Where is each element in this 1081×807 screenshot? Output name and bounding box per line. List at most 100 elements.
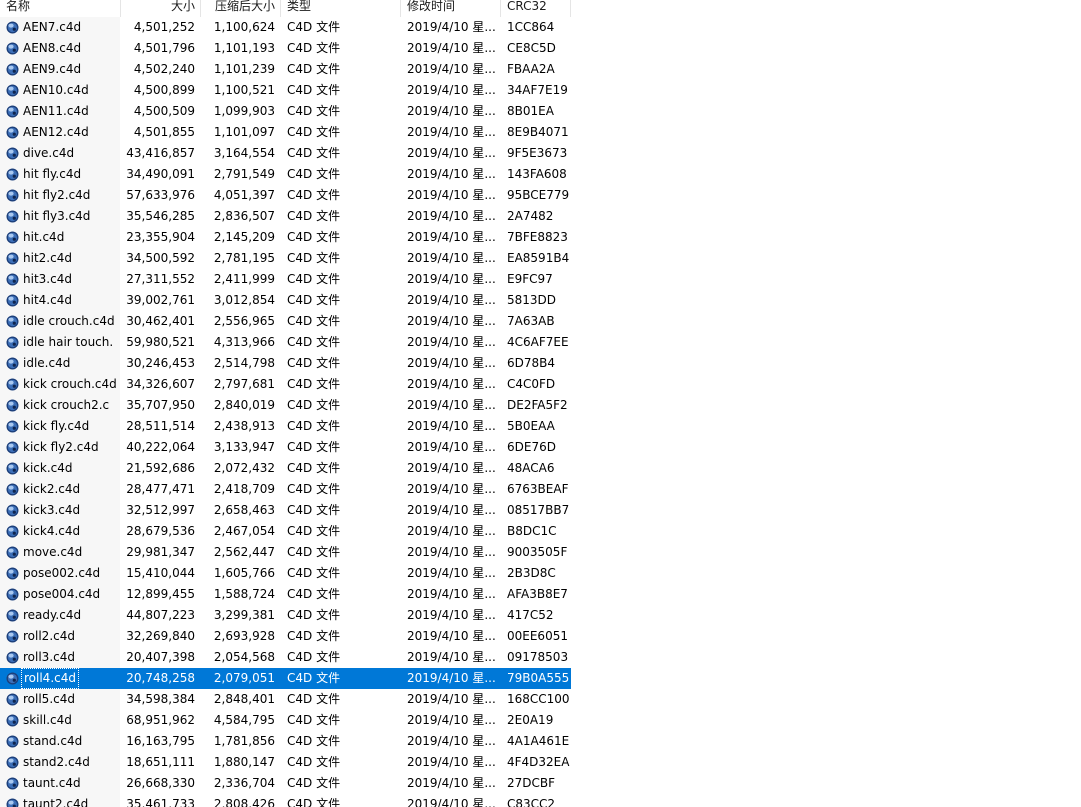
file-type: C4D 文件 [287,524,341,538]
file-compressed-size: 3,299,381 [213,608,275,622]
file-row[interactable]: hit3.c4d 27,311,552 2,411,999 C4D 文件 201… [0,269,571,290]
file-size: 35,546,285 [126,209,195,223]
file-crc: 08517BB7 [507,503,570,517]
file-modified: 2019/4/10 星... [407,419,496,433]
file-row[interactable]: kick.c4d 21,592,686 2,072,432 C4D 文件 201… [0,458,571,479]
file-row[interactable]: AEN10.c4d 4,500,899 1,100,521 C4D 文件 201… [0,80,571,101]
file-row[interactable]: kick crouch2.c 35,707,950 2,840,019 C4D … [0,395,571,416]
file-row[interactable]: idle hair touch. 59,980,521 4,313,966 C4… [0,332,571,353]
file-row[interactable]: dive.c4d 43,416,857 3,164,554 C4D 文件 201… [0,143,571,164]
file-name: kick fly2.c4d [23,440,99,454]
file-crc: CE8C5D [507,41,556,55]
column-header-type[interactable]: 类型 [287,0,397,17]
column-divider[interactable] [570,0,571,17]
cinema4d-file-icon [6,777,19,790]
file-row[interactable]: kick3.c4d 32,512,997 2,658,463 C4D 文件 20… [0,500,571,521]
column-header-modified[interactable]: 修改时间 [407,0,497,17]
file-name: hit fly3.c4d [23,209,91,223]
file-compressed-size: 2,791,549 [213,167,275,181]
file-compressed-size: 4,051,397 [213,188,275,202]
file-row[interactable]: hit2.c4d 34,500,592 2,781,195 C4D 文件 201… [0,248,571,269]
file-modified: 2019/4/10 星... [407,797,496,807]
file-row[interactable]: kick4.c4d 28,679,536 2,467,054 C4D 文件 20… [0,521,571,542]
cinema4d-file-icon [6,315,19,328]
file-modified: 2019/4/10 星... [407,83,496,97]
file-row[interactable]: roll5.c4d 34,598,384 2,848,401 C4D 文件 20… [0,689,571,710]
file-name-cell: hit4.c4d [0,290,120,311]
file-size: 28,511,514 [126,419,195,433]
column-header-compressed[interactable]: 压缩后大小 [201,0,275,17]
file-size: 15,410,044 [126,566,195,580]
file-size: 35,461,733 [126,797,195,807]
file-crc: 168CC100 [507,692,570,706]
file-row[interactable]: pose004.c4d 12,899,455 1,588,724 C4D 文件 … [0,584,571,605]
file-row[interactable]: move.c4d 29,981,347 2,562,447 C4D 文件 201… [0,542,571,563]
file-row[interactable]: kick crouch.c4d 34,326,607 2,797,681 C4D… [0,374,571,395]
column-divider[interactable] [400,0,401,17]
file-compressed-size: 2,781,195 [213,251,275,265]
cinema4d-file-icon [6,651,19,664]
cinema4d-file-icon [6,504,19,517]
file-row[interactable]: hit fly2.c4d 57,633,976 4,051,397 C4D 文件… [0,185,571,206]
file-row[interactable]: AEN8.c4d 4,501,796 1,101,193 C4D 文件 2019… [0,38,571,59]
column-divider[interactable] [500,0,501,17]
file-type: C4D 文件 [287,629,341,643]
column-header-size[interactable]: 大小 [121,0,195,17]
file-row[interactable]: ready.c4d 44,807,223 3,299,381 C4D 文件 20… [0,605,571,626]
cinema4d-file-icon [6,483,19,496]
file-row[interactable]: roll2.c4d 32,269,840 2,693,928 C4D 文件 20… [0,626,571,647]
file-row[interactable]: AEN7.c4d 4,501,252 1,100,624 C4D 文件 2019… [0,17,571,38]
file-row[interactable]: stand2.c4d 18,651,111 1,880,147 C4D 文件 2… [0,752,571,773]
file-compressed-size: 2,836,507 [213,209,275,223]
file-row-selected[interactable]: roll4.c4d 20,748,258 2,079,051 C4D 文件 20… [0,668,571,689]
file-row[interactable]: hit.c4d 23,355,904 2,145,209 C4D 文件 2019… [0,227,571,248]
file-name: pose004.c4d [23,587,101,601]
file-row[interactable]: kick2.c4d 28,477,471 2,418,709 C4D 文件 20… [0,479,571,500]
cinema4d-file-icon [6,21,19,34]
file-crc: 48ACA6 [507,461,555,475]
file-row[interactable]: pose002.c4d 15,410,044 1,605,766 C4D 文件 … [0,563,571,584]
file-type: C4D 文件 [287,377,341,391]
file-size: 32,269,840 [126,629,195,643]
file-row[interactable]: hit4.c4d 39,002,761 3,012,854 C4D 文件 201… [0,290,571,311]
file-type: C4D 文件 [287,566,341,580]
file-type: C4D 文件 [287,230,341,244]
file-size: 20,748,258 [126,671,195,685]
file-compressed-size: 2,658,463 [213,503,275,517]
file-type: C4D 文件 [287,755,341,769]
file-size: 40,222,064 [126,440,195,454]
file-compressed-size: 4,313,966 [213,335,275,349]
file-name: kick.c4d [23,461,73,475]
file-row[interactable]: hit fly3.c4d 35,546,285 2,836,507 C4D 文件… [0,206,571,227]
file-modified: 2019/4/10 星... [407,335,496,349]
file-row[interactable]: idle.c4d 30,246,453 2,514,798 C4D 文件 201… [0,353,571,374]
file-name: kick crouch2.c [23,398,110,412]
file-row[interactable]: AEN9.c4d 4,502,240 1,101,239 C4D 文件 2019… [0,59,571,80]
cinema4d-file-icon [6,147,19,160]
file-row[interactable]: taunt2.c4d 35,461,733 2,808,426 C4D 文件 2… [0,794,571,807]
file-row[interactable]: taunt.c4d 26,668,330 2,336,704 C4D 文件 20… [0,773,571,794]
file-row[interactable]: kick fly.c4d 28,511,514 2,438,913 C4D 文件… [0,416,571,437]
column-header-name[interactable]: 名称 [6,0,116,17]
file-row[interactable]: AEN11.c4d 4,500,509 1,099,903 C4D 文件 201… [0,101,571,122]
file-size: 43,416,857 [126,146,195,160]
cinema4d-file-icon [6,294,19,307]
file-name: pose002.c4d [23,566,101,580]
file-row[interactable]: stand.c4d 16,163,795 1,781,856 C4D 文件 20… [0,731,571,752]
column-divider[interactable] [280,0,281,17]
file-modified: 2019/4/10 星... [407,524,496,538]
file-row[interactable]: roll3.c4d 20,407,398 2,054,568 C4D 文件 20… [0,647,571,668]
cinema4d-file-icon [6,672,19,685]
column-header-crc[interactable]: CRC32 [507,0,571,17]
file-modified: 2019/4/10 星... [407,314,496,328]
file-row[interactable]: kick fly2.c4d 40,222,064 3,133,947 C4D 文… [0,437,571,458]
file-row[interactable]: AEN12.c4d 4,501,855 1,101,097 C4D 文件 201… [0,122,571,143]
file-row[interactable]: hit fly.c4d 34,490,091 2,791,549 C4D 文件 … [0,164,571,185]
file-name-cell: roll3.c4d [0,647,120,668]
file-modified: 2019/4/10 星... [407,356,496,370]
file-type: C4D 文件 [287,608,341,622]
file-row[interactable]: idle crouch.c4d 30,462,401 2,556,965 C4D… [0,311,571,332]
file-name-cell: move.c4d [0,542,120,563]
file-name-cell: kick.c4d [0,458,120,479]
file-row[interactable]: skill.c4d 68,951,962 4,584,795 C4D 文件 20… [0,710,571,731]
